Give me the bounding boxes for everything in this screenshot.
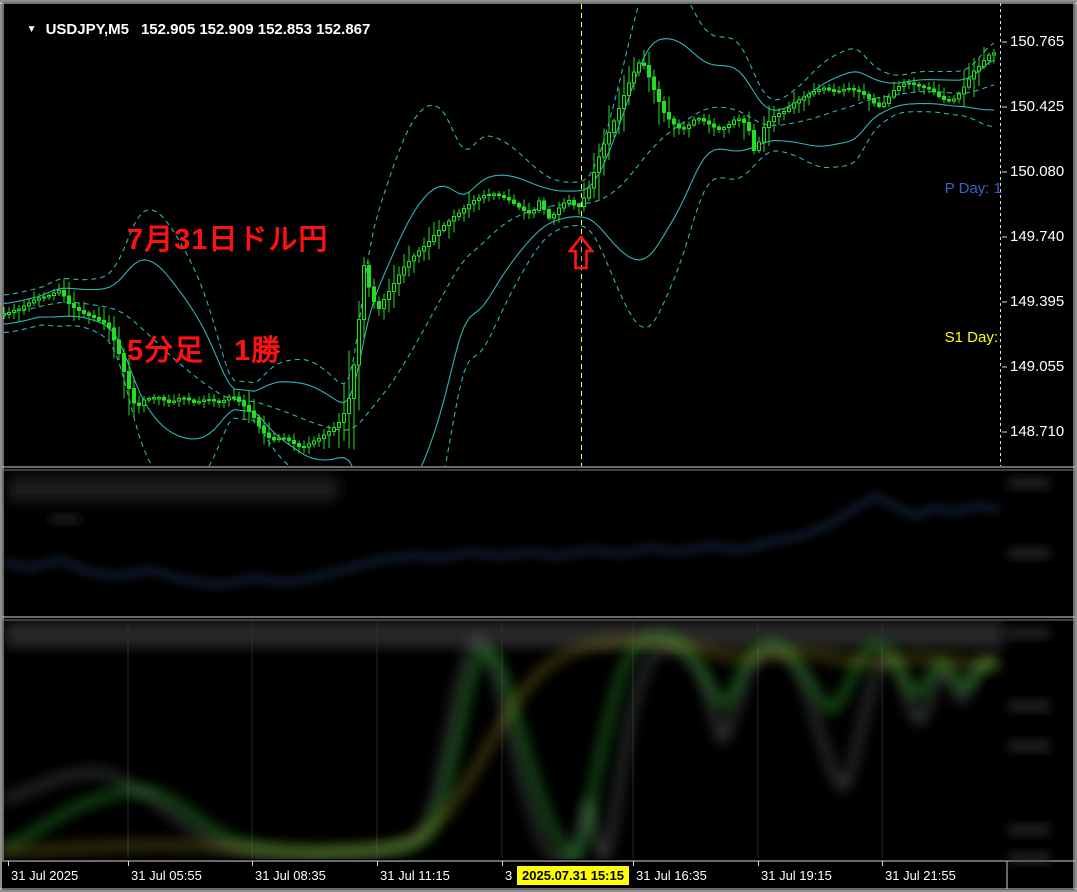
ohlc-values: 152.905 152.909 152.853 152.867 — [141, 21, 370, 38]
indicator-pane-1[interactable] — [2, 472, 1000, 615]
pane1-redacted-label — [8, 476, 338, 502]
time-tick-label: 31 Jul 2025 — [11, 868, 78, 883]
price-tick-label: 149.055 — [1010, 358, 1064, 375]
price-axis-ticks — [1002, 42, 1007, 432]
collapse-arrow-icon[interactable]: ▼ — [27, 24, 37, 35]
pane-splitter-2[interactable] — [2, 617, 1075, 620]
time-tick-label: 31 Jul 16:35 — [636, 868, 707, 883]
pane2-gridlines — [128, 622, 882, 858]
highlighted-time-label: 2025.07.31 15:15 — [517, 866, 629, 885]
window-borders — [0, 0, 1077, 892]
buy-arrow-icon — [570, 237, 592, 268]
pane1-indicator-line — [2, 496, 1000, 585]
pane2-redacted-label — [5, 622, 1005, 647]
time-axis-ticks — [9, 861, 883, 866]
time-tick-label: 31 Jul 21:55 — [885, 868, 956, 883]
time-tick-label: 31 Jul 11:15 — [380, 868, 450, 883]
price-tick-label: 150.080 — [1010, 163, 1064, 180]
pivot-s1-day-label: S1 Day: — [930, 329, 998, 346]
time-tick-label: 31 Jul 05:55 — [131, 868, 202, 883]
mt4-chart-window: ▼ USDJPY,M5 152.905 152.909 152.853 152.86… — [0, 0, 1077, 892]
pane1-redacted-tag — [50, 514, 80, 524]
chart-title: ▼ USDJPY,M5 152.905 152.909 152.853 152.86… — [10, 4, 370, 55]
price-tick-label: 149.395 — [1010, 293, 1064, 310]
lower-right-axis-blur — [1002, 471, 1050, 864]
symbol-label: USDJPY,M5 — [46, 21, 129, 38]
chart-canvas[interactable] — [0, 0, 1077, 892]
price-tick-label: 148.710 — [1010, 423, 1064, 440]
pane-splitter-1[interactable] — [2, 467, 1075, 470]
pane2-main-line — [2, 636, 997, 858]
pivot-p-day-label: P Day: 1 — [930, 180, 1002, 197]
indicator-pane-2[interactable] — [2, 622, 1005, 860]
annotation-line1: 7月31日ドル円 — [127, 222, 328, 259]
time-tick-label: 31 Jul 19:15 — [761, 868, 832, 883]
price-tick-label: 149.740 — [1010, 228, 1064, 245]
time-tick-label: 3 — [505, 868, 512, 883]
trade-annotation: 7月31日ドル円 5分足 1勝 — [127, 148, 328, 444]
annotation-line2: 5分足 1勝 — [127, 333, 328, 370]
price-tick-label: 150.765 — [1010, 33, 1064, 50]
time-tick-label: 31 Jul 08:35 — [255, 868, 326, 883]
price-tick-label: 150.425 — [1010, 98, 1064, 115]
